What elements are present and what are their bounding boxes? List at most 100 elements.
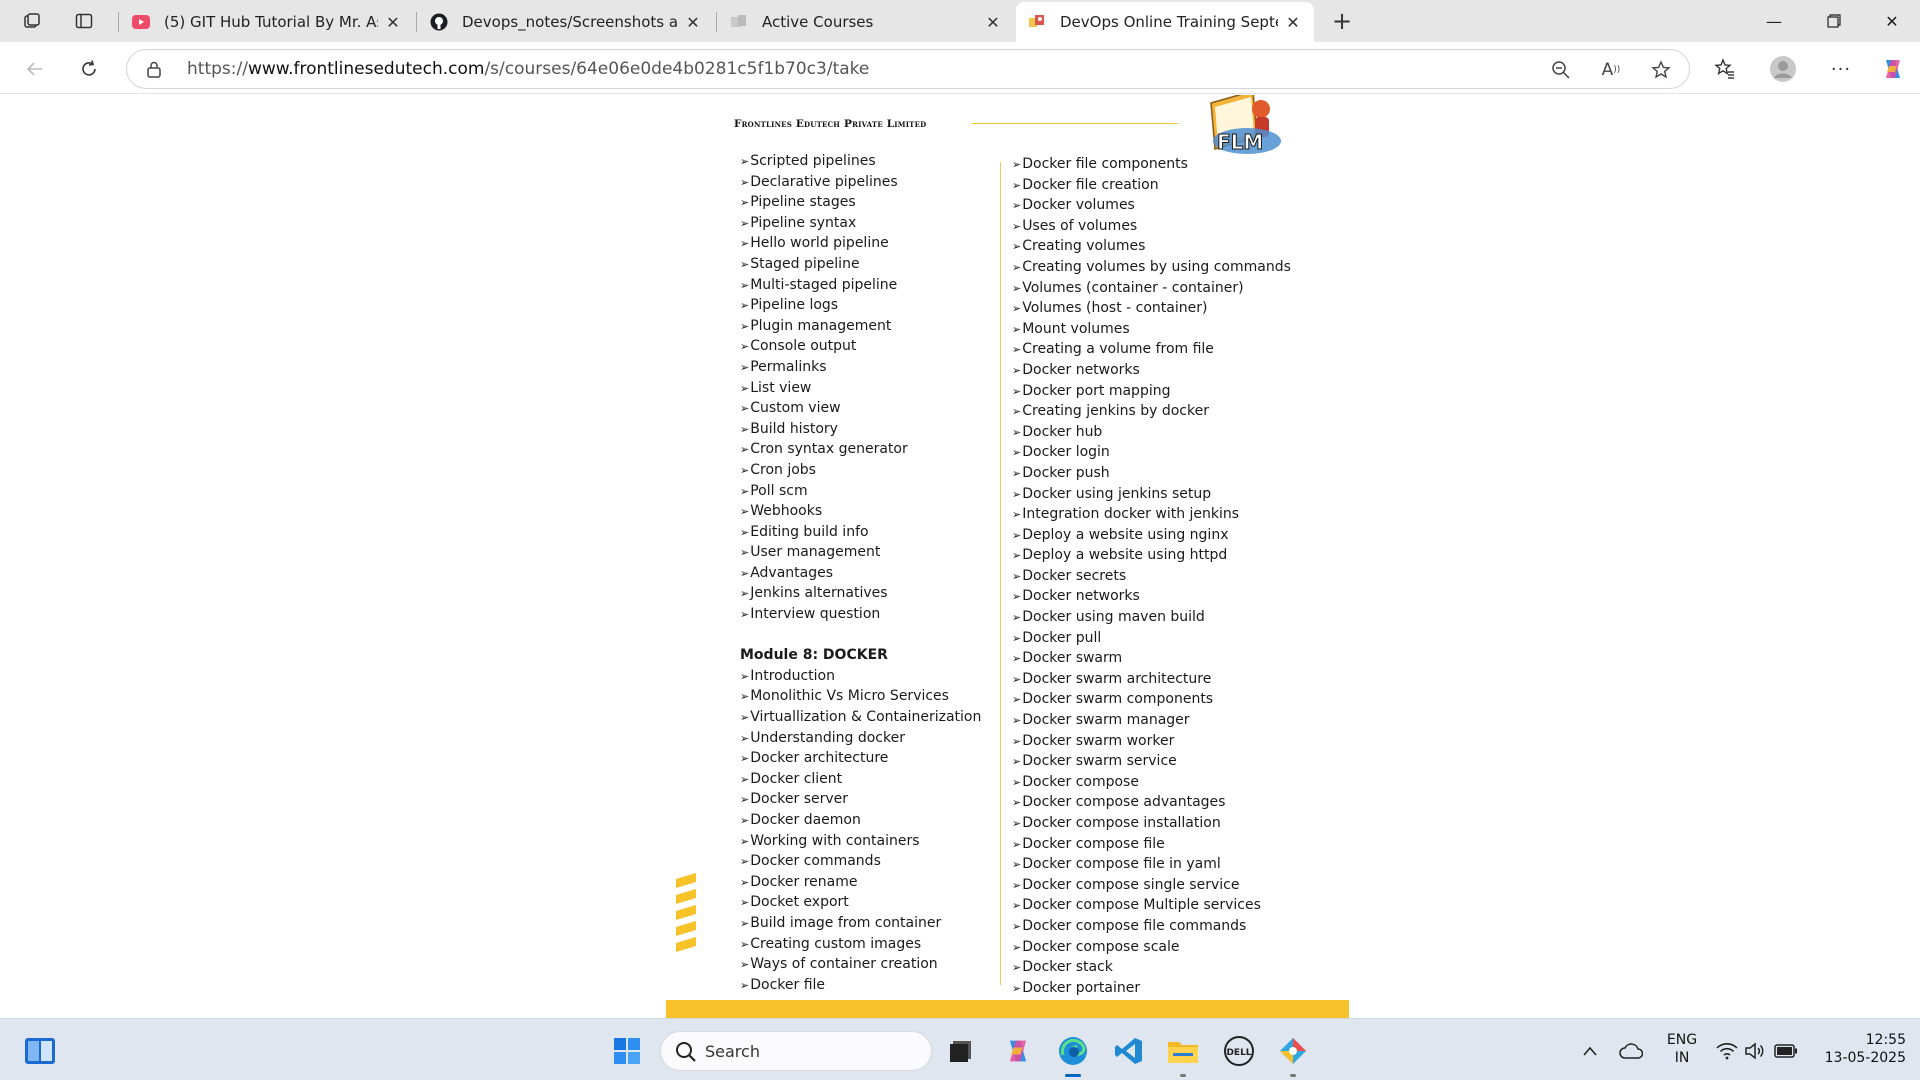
edge-active-indicator bbox=[1065, 1074, 1081, 1077]
tab-close-icon[interactable]: ✕ bbox=[684, 13, 702, 32]
tab-active-courses[interactable]: Active Courses ✕ bbox=[718, 2, 1014, 42]
syllabus-item: Docker compose file commands bbox=[1012, 916, 1291, 937]
close-window-icon[interactable]: ✕ bbox=[1864, 0, 1920, 42]
syllabus-item: Docker architecture bbox=[740, 748, 981, 769]
syllabus-item: Pipeline logs bbox=[740, 295, 981, 316]
onedrive-cloud-icon[interactable] bbox=[1613, 1031, 1649, 1071]
vscode-icon[interactable] bbox=[1109, 1031, 1149, 1071]
syllabus-item: Volumes (host - container) bbox=[1012, 298, 1291, 319]
tab-title: Active Courses bbox=[762, 13, 874, 31]
syllabus-item: Docker compose Multiple services bbox=[1012, 895, 1291, 916]
syllabus-item: Ways of container creation bbox=[740, 954, 981, 975]
copilot-taskbar-icon[interactable] bbox=[998, 1031, 1038, 1071]
windows-taskbar: Search DELL ENG IN 12:55 13-05-2025 bbox=[0, 1018, 1920, 1080]
syllabus-item: Docker hub bbox=[1012, 422, 1291, 443]
page-viewport[interactable]: Frontlines Edutech Private Limited FLM S… bbox=[5, 95, 1915, 1018]
syllabus-item: Docker push bbox=[1012, 463, 1291, 484]
syllabus-item: Volumes (container - container) bbox=[1012, 278, 1291, 299]
syllabus-item: Docker compose bbox=[1012, 772, 1291, 793]
tab-title: (5) GIT Hub Tutorial By Mr. Ashok bbox=[164, 13, 378, 31]
tab-close-icon[interactable]: ✕ bbox=[1284, 13, 1302, 32]
tab-devops-training[interactable]: DevOps Online Training Septemb ✕ bbox=[1016, 2, 1314, 42]
tab-close-icon[interactable]: ✕ bbox=[384, 13, 402, 32]
syllabus-item: Interview question bbox=[740, 604, 981, 625]
tab-github[interactable]: Devops_notes/Screenshots at mai ✕ bbox=[418, 2, 714, 42]
syllabus-item: Docker compose installation bbox=[1012, 813, 1291, 834]
syllabus-item: Creating a volume from file bbox=[1012, 339, 1291, 360]
syllabus-item: Docker volumes bbox=[1012, 195, 1291, 216]
restore-icon[interactable] bbox=[1806, 0, 1862, 42]
right-column: Docker file componentsDocker file creati… bbox=[1012, 154, 1291, 998]
workspaces-icon[interactable] bbox=[16, 6, 48, 36]
syllabus-item: Creating volumes by using commands bbox=[1012, 257, 1291, 278]
start-windows-icon[interactable] bbox=[607, 1031, 647, 1071]
refresh-icon[interactable] bbox=[72, 52, 106, 86]
syllabus-item: Docker login bbox=[1012, 442, 1291, 463]
address-bar[interactable]: https://www.frontlinesedutech.com/s/cour… bbox=[126, 49, 1690, 89]
youtube-icon bbox=[132, 13, 150, 31]
syllabus-item: Deploy a website using httpd bbox=[1012, 545, 1291, 566]
favorites-icon[interactable] bbox=[1710, 54, 1740, 84]
syllabus-item: Cron syntax generator bbox=[740, 439, 981, 460]
zoom-out-icon[interactable] bbox=[1549, 58, 1573, 82]
copilot-icon[interactable] bbox=[1878, 54, 1908, 84]
syllabus-item: Advantages bbox=[740, 563, 981, 584]
chevron-up-icon[interactable] bbox=[1573, 1031, 1607, 1071]
browser-toolbar: https://www.frontlinesedutech.com/s/cour… bbox=[0, 42, 1920, 94]
minimize-icon[interactable]: — bbox=[1746, 0, 1802, 42]
battery-icon[interactable] bbox=[1770, 1031, 1802, 1071]
syllabus-item: Virtuallization & Containerization bbox=[740, 707, 981, 728]
syllabus-item: Docker daemon bbox=[740, 810, 981, 831]
search-placeholder: Search bbox=[705, 1042, 760, 1061]
syllabus-item: Docker swarm service bbox=[1012, 751, 1291, 772]
back-arrow-icon[interactable] bbox=[18, 52, 52, 86]
tab-title: Devops_notes/Screenshots at mai bbox=[462, 13, 678, 31]
syllabus-item: Docker pull bbox=[1012, 628, 1291, 649]
url-text: https://www.frontlinesedutech.com/s/cour… bbox=[187, 59, 870, 79]
tab-actions-icon[interactable] bbox=[68, 6, 100, 36]
volume-icon[interactable] bbox=[1740, 1031, 1770, 1071]
module-heading: Module 8: DOCKER bbox=[740, 647, 888, 664]
profile-avatar-icon[interactable] bbox=[1768, 54, 1798, 84]
syllabus-item: User management bbox=[740, 542, 981, 563]
new-tab-button[interactable]: + bbox=[1326, 6, 1358, 36]
file-explorer-icon[interactable] bbox=[1163, 1031, 1203, 1071]
document-page: Frontlines Edutech Private Limited FLM S… bbox=[666, 95, 1349, 1018]
syllabus-item: Docker client bbox=[740, 769, 981, 790]
widgets-icon[interactable] bbox=[20, 1031, 60, 1071]
syllabus-item: Build image from container bbox=[740, 913, 981, 934]
more-menu-icon[interactable]: ··· bbox=[1826, 54, 1856, 84]
taskbar-search[interactable]: Search bbox=[660, 1031, 932, 1071]
input-language[interactable]: ENG IN bbox=[1664, 1031, 1700, 1067]
syllabus-item: Creating jenkins by docker bbox=[1012, 401, 1291, 422]
edge-browser-icon[interactable] bbox=[1053, 1031, 1093, 1071]
clock[interactable]: 12:55 13-05-2025 bbox=[1806, 1031, 1906, 1067]
dell-icon[interactable]: DELL bbox=[1219, 1031, 1259, 1071]
syllabus-item: Docker swarm manager bbox=[1012, 710, 1291, 731]
syllabus-item: Docker compose file in yaml bbox=[1012, 854, 1291, 875]
header-line bbox=[972, 123, 1178, 124]
syllabus-item: Multi-staged pipeline bbox=[740, 275, 981, 296]
favorite-star-icon[interactable] bbox=[1649, 58, 1673, 82]
decorative-stripes bbox=[676, 873, 700, 955]
syllabus-item: Docker swarm bbox=[1012, 648, 1291, 669]
syllabus-item: Docker compose single service bbox=[1012, 875, 1291, 896]
task-view-icon[interactable] bbox=[941, 1031, 981, 1071]
syllabus-item: Docker swarm architecture bbox=[1012, 669, 1291, 690]
lock-icon[interactable] bbox=[145, 60, 163, 78]
syllabus-item: Staged pipeline bbox=[740, 254, 981, 275]
syllabus-item: Understanding docker bbox=[740, 728, 981, 749]
left-column: Scripted pipelinesDeclarative pipelinesP… bbox=[740, 151, 981, 995]
syllabus-item: Docker networks bbox=[1012, 586, 1291, 607]
syllabus-item: Working with containers bbox=[740, 831, 981, 852]
syllabus-item: Docker secrets bbox=[1012, 566, 1291, 587]
wifi-icon[interactable] bbox=[1712, 1031, 1742, 1071]
syllabus-item: Docker using jenkins setup bbox=[1012, 484, 1291, 505]
syllabus-item: Docker compose scale bbox=[1012, 937, 1291, 958]
tab-youtube[interactable]: (5) GIT Hub Tutorial By Mr. Ashok ✕ bbox=[120, 2, 414, 42]
syllabus-item: Editing build info bbox=[740, 522, 981, 543]
tab-close-icon[interactable]: ✕ bbox=[984, 13, 1002, 32]
syllabus-item: Docker portainer bbox=[1012, 978, 1291, 999]
read-aloud-icon[interactable]: A)) bbox=[1599, 58, 1623, 82]
git-kraken-icon[interactable] bbox=[1273, 1031, 1313, 1071]
